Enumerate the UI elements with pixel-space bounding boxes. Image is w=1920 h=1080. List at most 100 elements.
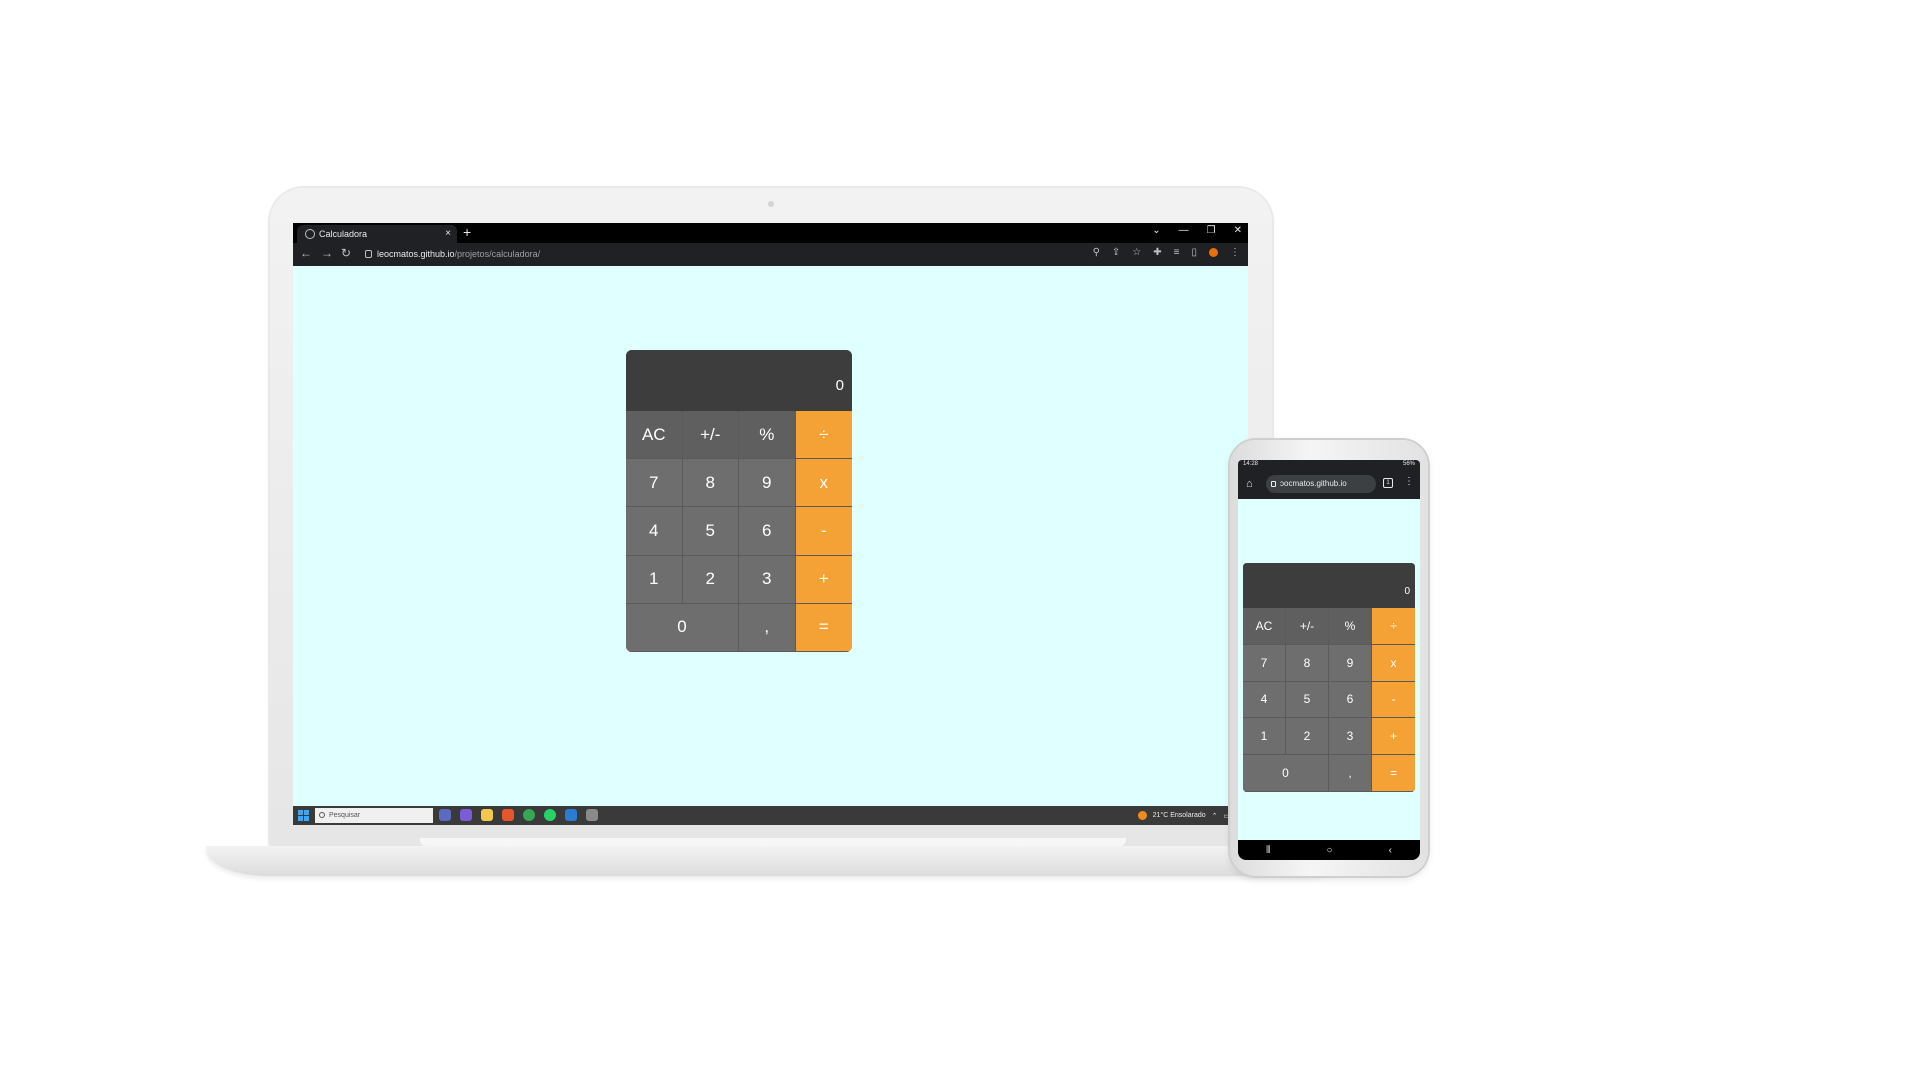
close-window-button[interactable]: ✕ — [1234, 225, 1242, 236]
globe-icon — [305, 229, 315, 239]
minimize-button[interactable]: — — [1179, 225, 1189, 236]
more-menu-icon[interactable]: ⋮ — [1230, 247, 1240, 258]
calculator-display: 0 — [626, 350, 852, 411]
key-digit-5-button[interactable]: 5 — [682, 507, 739, 556]
key-digit-0-button[interactable]: 0 — [1243, 755, 1329, 792]
back-icon[interactable]: ‹ — [1389, 845, 1392, 856]
taskbar-search[interactable]: Pesquisar — [315, 808, 433, 823]
discord-icon[interactable] — [460, 809, 472, 821]
key-add-button[interactable]: + — [795, 555, 852, 604]
key-digit-4-button[interactable]: 4 — [1243, 681, 1286, 719]
key-divide-button[interactable]: ÷ — [795, 411, 852, 460]
key-equals-button[interactable]: = — [795, 603, 852, 652]
phone-address-bar[interactable]: ɔocmatos.github.io — [1266, 475, 1376, 493]
home-button-icon[interactable]: ○ — [1327, 845, 1333, 856]
browser-tab[interactable]: Calculadora × — [297, 225, 457, 243]
reload-icon[interactable]: ↻ — [341, 246, 351, 260]
vscode-icon[interactable] — [565, 809, 577, 821]
phone-time: 14:28 — [1243, 461, 1259, 467]
sun-icon — [1137, 811, 1147, 820]
key-percent-button[interactable]: % — [739, 411, 796, 460]
whatsapp-icon[interactable] — [544, 809, 556, 821]
tab-close-icon[interactable]: × — [445, 225, 451, 243]
chevron-up-icon[interactable]: ⌃ — [1212, 812, 1218, 820]
file-explorer-icon[interactable] — [481, 809, 493, 821]
home-icon[interactable]: ⌂ — [1246, 478, 1253, 490]
calculator: 0 AC +/-% ÷ 7 8 9 x 4 5 6- 1 2 3 +0, = — [1243, 563, 1415, 792]
key-clear-button[interactable]: AC — [1243, 608, 1286, 645]
taskbar-apps — [439, 809, 598, 821]
phone-battery: 56% — [1402, 461, 1415, 467]
key-digit-5-button[interactable]: 5 — [1286, 681, 1329, 719]
share-icon[interactable]: ⇪ — [1112, 247, 1120, 258]
key-digit-0-button[interactable]: 0 — [626, 603, 739, 652]
zoom-icon[interactable]: ⚲ — [1093, 247, 1100, 258]
key-digit-8-button[interactable]: 8 — [682, 459, 739, 508]
phone: 14:28 56% ⌂ ɔocmatos.github.io 1 ⋮ 0 AC +… — [1230, 440, 1428, 876]
key-digit-7-button[interactable]: 7 — [1243, 644, 1286, 682]
mockup-stage: Calculadora × + ⌄ — ❐ ✕ ← → ↻ leocmatos.… — [0, 0, 1920, 1080]
key-digit-1-button[interactable]: 1 — [1243, 718, 1286, 756]
key-add-button[interactable]: + — [1372, 718, 1415, 756]
key-digit-9-button[interactable]: 9 — [739, 459, 796, 508]
reading-list-icon[interactable]: ≡ — [1174, 247, 1180, 258]
star-icon[interactable]: ☆ — [1132, 247, 1141, 258]
key-digit-8-button[interactable]: 8 — [1286, 644, 1329, 682]
recent-apps-icon[interactable]: ⦀ — [1266, 845, 1270, 856]
key-decimal-button[interactable]: , — [1329, 755, 1372, 792]
side-panel-icon[interactable]: ▯ — [1191, 247, 1197, 258]
calculator-keypad: AC +/-% ÷ 7 8 9 x 4 5 6- 1 2 3 +0, = — [626, 411, 852, 652]
back-arrow-icon[interactable]: ← — [300, 246, 312, 260]
key-digit-3-button[interactable]: 3 — [739, 555, 796, 604]
key-subtract-button[interactable]: - — [1372, 681, 1415, 719]
laptop-base — [206, 846, 1360, 876]
key-multiply-button[interactable]: x — [1372, 644, 1415, 682]
key-equals-button[interactable]: = — [1372, 755, 1415, 792]
windows-taskbar: Pesquisar 21°C Ensolarado ⌃ ▭ — [293, 806, 1248, 825]
key-digit-2-button[interactable]: 2 — [1286, 718, 1329, 756]
restore-button[interactable]: ❐ — [1207, 225, 1216, 236]
key-sign-toggle-button[interactable]: +/- — [1286, 608, 1329, 645]
more-menu-icon[interactable]: ⋮ — [1404, 476, 1414, 487]
key-digit-6-button[interactable]: 6 — [739, 507, 796, 556]
phone-status-bar: 14:28 56% — [1238, 460, 1420, 469]
tab-switcher-icon[interactable]: 1 — [1383, 478, 1393, 488]
forward-arrow-icon[interactable]: → — [321, 246, 333, 260]
extensions-icon[interactable]: ✚ — [1153, 247, 1161, 258]
paint-icon[interactable] — [586, 809, 598, 821]
url-host: leocmatos.github.io — [377, 249, 455, 259]
browser-viewport: 0 AC +/-% ÷ 7 8 9 x 4 5 6- 1 2 3 +0, = — [293, 266, 1248, 806]
key-percent-button[interactable]: % — [1329, 608, 1372, 645]
profile-avatar-icon[interactable] — [1209, 248, 1218, 257]
key-sign-toggle-button[interactable]: +/- — [682, 411, 739, 460]
taskbar-search-placeholder: Pesquisar — [329, 812, 361, 819]
key-multiply-button[interactable]: x — [795, 459, 852, 508]
key-clear-button[interactable]: AC — [626, 411, 683, 460]
key-digit-9-button[interactable]: 9 — [1329, 644, 1372, 682]
key-decimal-button[interactable]: , — [739, 603, 796, 652]
browser-tabbar: Calculadora × + ⌄ — ❐ ✕ — [293, 223, 1248, 243]
url-path: /projetos/calculadora/ — [454, 249, 541, 259]
key-digit-3-button[interactable]: 3 — [1329, 718, 1372, 756]
new-tab-button[interactable]: + — [463, 224, 471, 240]
phone-browser-bar: ⌂ ɔocmatos.github.io 1 ⋮ — [1238, 469, 1420, 499]
weather-text[interactable]: 21°C Ensolarado — [1153, 812, 1206, 819]
windows-start-icon[interactable] — [298, 810, 309, 821]
key-digit-7-button[interactable]: 7 — [626, 459, 683, 508]
address-bar[interactable]: leocmatos.github.io/projetos/calculadora… — [363, 246, 1063, 263]
key-digit-2-button[interactable]: 2 — [682, 555, 739, 604]
calculator: 0 AC +/-% ÷ 7 8 9 x 4 5 6- 1 2 3 +0, = — [626, 350, 852, 652]
laptop-hinge — [420, 838, 1126, 846]
chrome-icon[interactable] — [523, 809, 535, 821]
calculator-keypad: AC +/-% ÷ 7 8 9 x 4 5 6- 1 2 3 +0, = — [1243, 608, 1415, 792]
key-digit-1-button[interactable]: 1 — [626, 555, 683, 604]
lock-icon — [365, 250, 372, 258]
key-digit-4-button[interactable]: 4 — [626, 507, 683, 556]
key-divide-button[interactable]: ÷ — [1372, 608, 1415, 645]
office-icon[interactable] — [502, 809, 514, 821]
key-subtract-button[interactable]: - — [795, 507, 852, 556]
window-controls: ⌄ — ❐ ✕ — [1152, 225, 1242, 236]
task-view-icon[interactable] — [439, 809, 451, 821]
tab-search-icon[interactable]: ⌄ — [1152, 225, 1160, 236]
key-digit-6-button[interactable]: 6 — [1329, 681, 1372, 719]
